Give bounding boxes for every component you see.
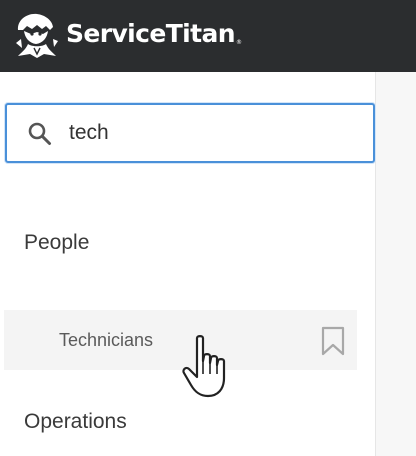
bookmark-icon[interactable]	[319, 326, 347, 356]
search-box[interactable]	[5, 103, 375, 163]
brand-text: ServiceTitan	[66, 19, 236, 48]
section-heading-operations: Operations	[24, 410, 127, 433]
result-item-technicians[interactable]: Technicians	[4, 310, 357, 370]
titan-logo-icon	[16, 13, 58, 58]
top-bar: ServiceTitan®	[0, 0, 416, 72]
brand-name[interactable]: ServiceTitan®	[66, 17, 242, 51]
result-item-label: Technicians	[59, 330, 154, 350]
section-heading-people: People	[24, 231, 90, 254]
search-icon	[28, 122, 51, 145]
trademark: ®	[235, 39, 242, 46]
search-input[interactable]	[69, 118, 359, 148]
logo[interactable]	[12, 10, 62, 60]
content-pane	[376, 72, 416, 456]
